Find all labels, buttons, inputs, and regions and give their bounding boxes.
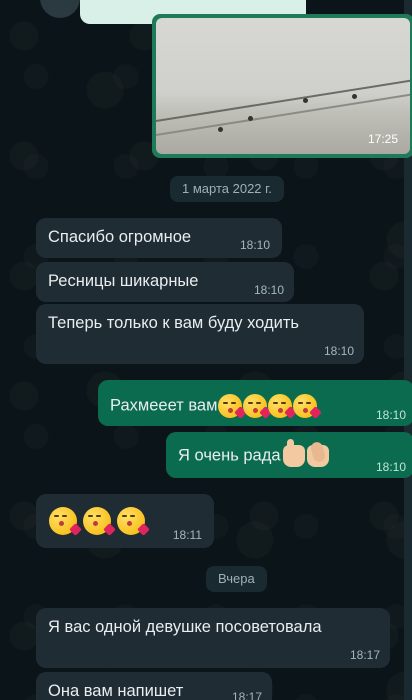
message-time: 18:10 xyxy=(239,238,270,252)
date-separator: Вчера xyxy=(206,566,267,592)
incoming-message[interactable]: Спасибо огромное 18:10 xyxy=(36,218,282,258)
kissing-heart-emoji-icon xyxy=(243,394,273,419)
message-time: 18:17 xyxy=(231,690,262,700)
kissing-heart-emoji-icon xyxy=(117,507,150,536)
incoming-message[interactable]: Ресницы шикарные 18:10 xyxy=(36,262,294,302)
photo-thumbnail[interactable]: 17:25 xyxy=(156,18,410,154)
image-message[interactable]: 17:25 xyxy=(152,14,412,158)
incoming-message[interactable]: Она вам напишет 18:17 xyxy=(36,672,272,700)
message-text: Ресницы шикарные xyxy=(48,272,199,290)
kissing-heart-emoji-icon xyxy=(268,394,298,419)
thumbs-up-emoji-icon xyxy=(282,439,305,467)
incoming-message[interactable]: Теперь только к вам буду ходить 18:10 xyxy=(36,304,364,364)
message-text: Я очень рада xyxy=(178,439,329,467)
outgoing-message[interactable]: Я очень рада 18:10 xyxy=(166,432,412,478)
message-text: Рахмееет вам xyxy=(110,394,323,419)
clapping-hands-emoji-icon xyxy=(306,445,329,467)
message-time: 18:10 xyxy=(375,460,406,474)
message-text: Я вас одной девушке посоветовала xyxy=(48,618,322,636)
message-time: 18:10 xyxy=(375,408,406,422)
kissing-heart-emoji-icon xyxy=(49,507,82,536)
kissing-heart-emoji-icon xyxy=(83,507,116,536)
message-time: 17:25 xyxy=(367,132,398,146)
kissing-heart-emoji-icon xyxy=(293,394,323,419)
incoming-message[interactable]: Я вас одной девушке посоветовала 18:17 xyxy=(36,608,390,668)
message-text: Она вам напишет xyxy=(48,682,184,700)
message-time: 18:17 xyxy=(349,648,380,662)
outgoing-message[interactable]: Рахмееет вам 18:10 xyxy=(98,380,412,426)
incoming-message[interactable]: 18:11 xyxy=(36,494,214,548)
date-separator: 1 марта 2022 г. xyxy=(170,176,284,202)
message-time: 18:10 xyxy=(253,283,284,297)
message-time: 18:11 xyxy=(172,528,202,542)
kissing-heart-emoji-icon xyxy=(218,394,248,419)
message-time: 18:10 xyxy=(323,344,354,358)
message-text: Спасибо огромное xyxy=(48,228,192,246)
message-text: Теперь только к вам буду ходить xyxy=(48,314,299,332)
message-emojis xyxy=(48,507,150,536)
